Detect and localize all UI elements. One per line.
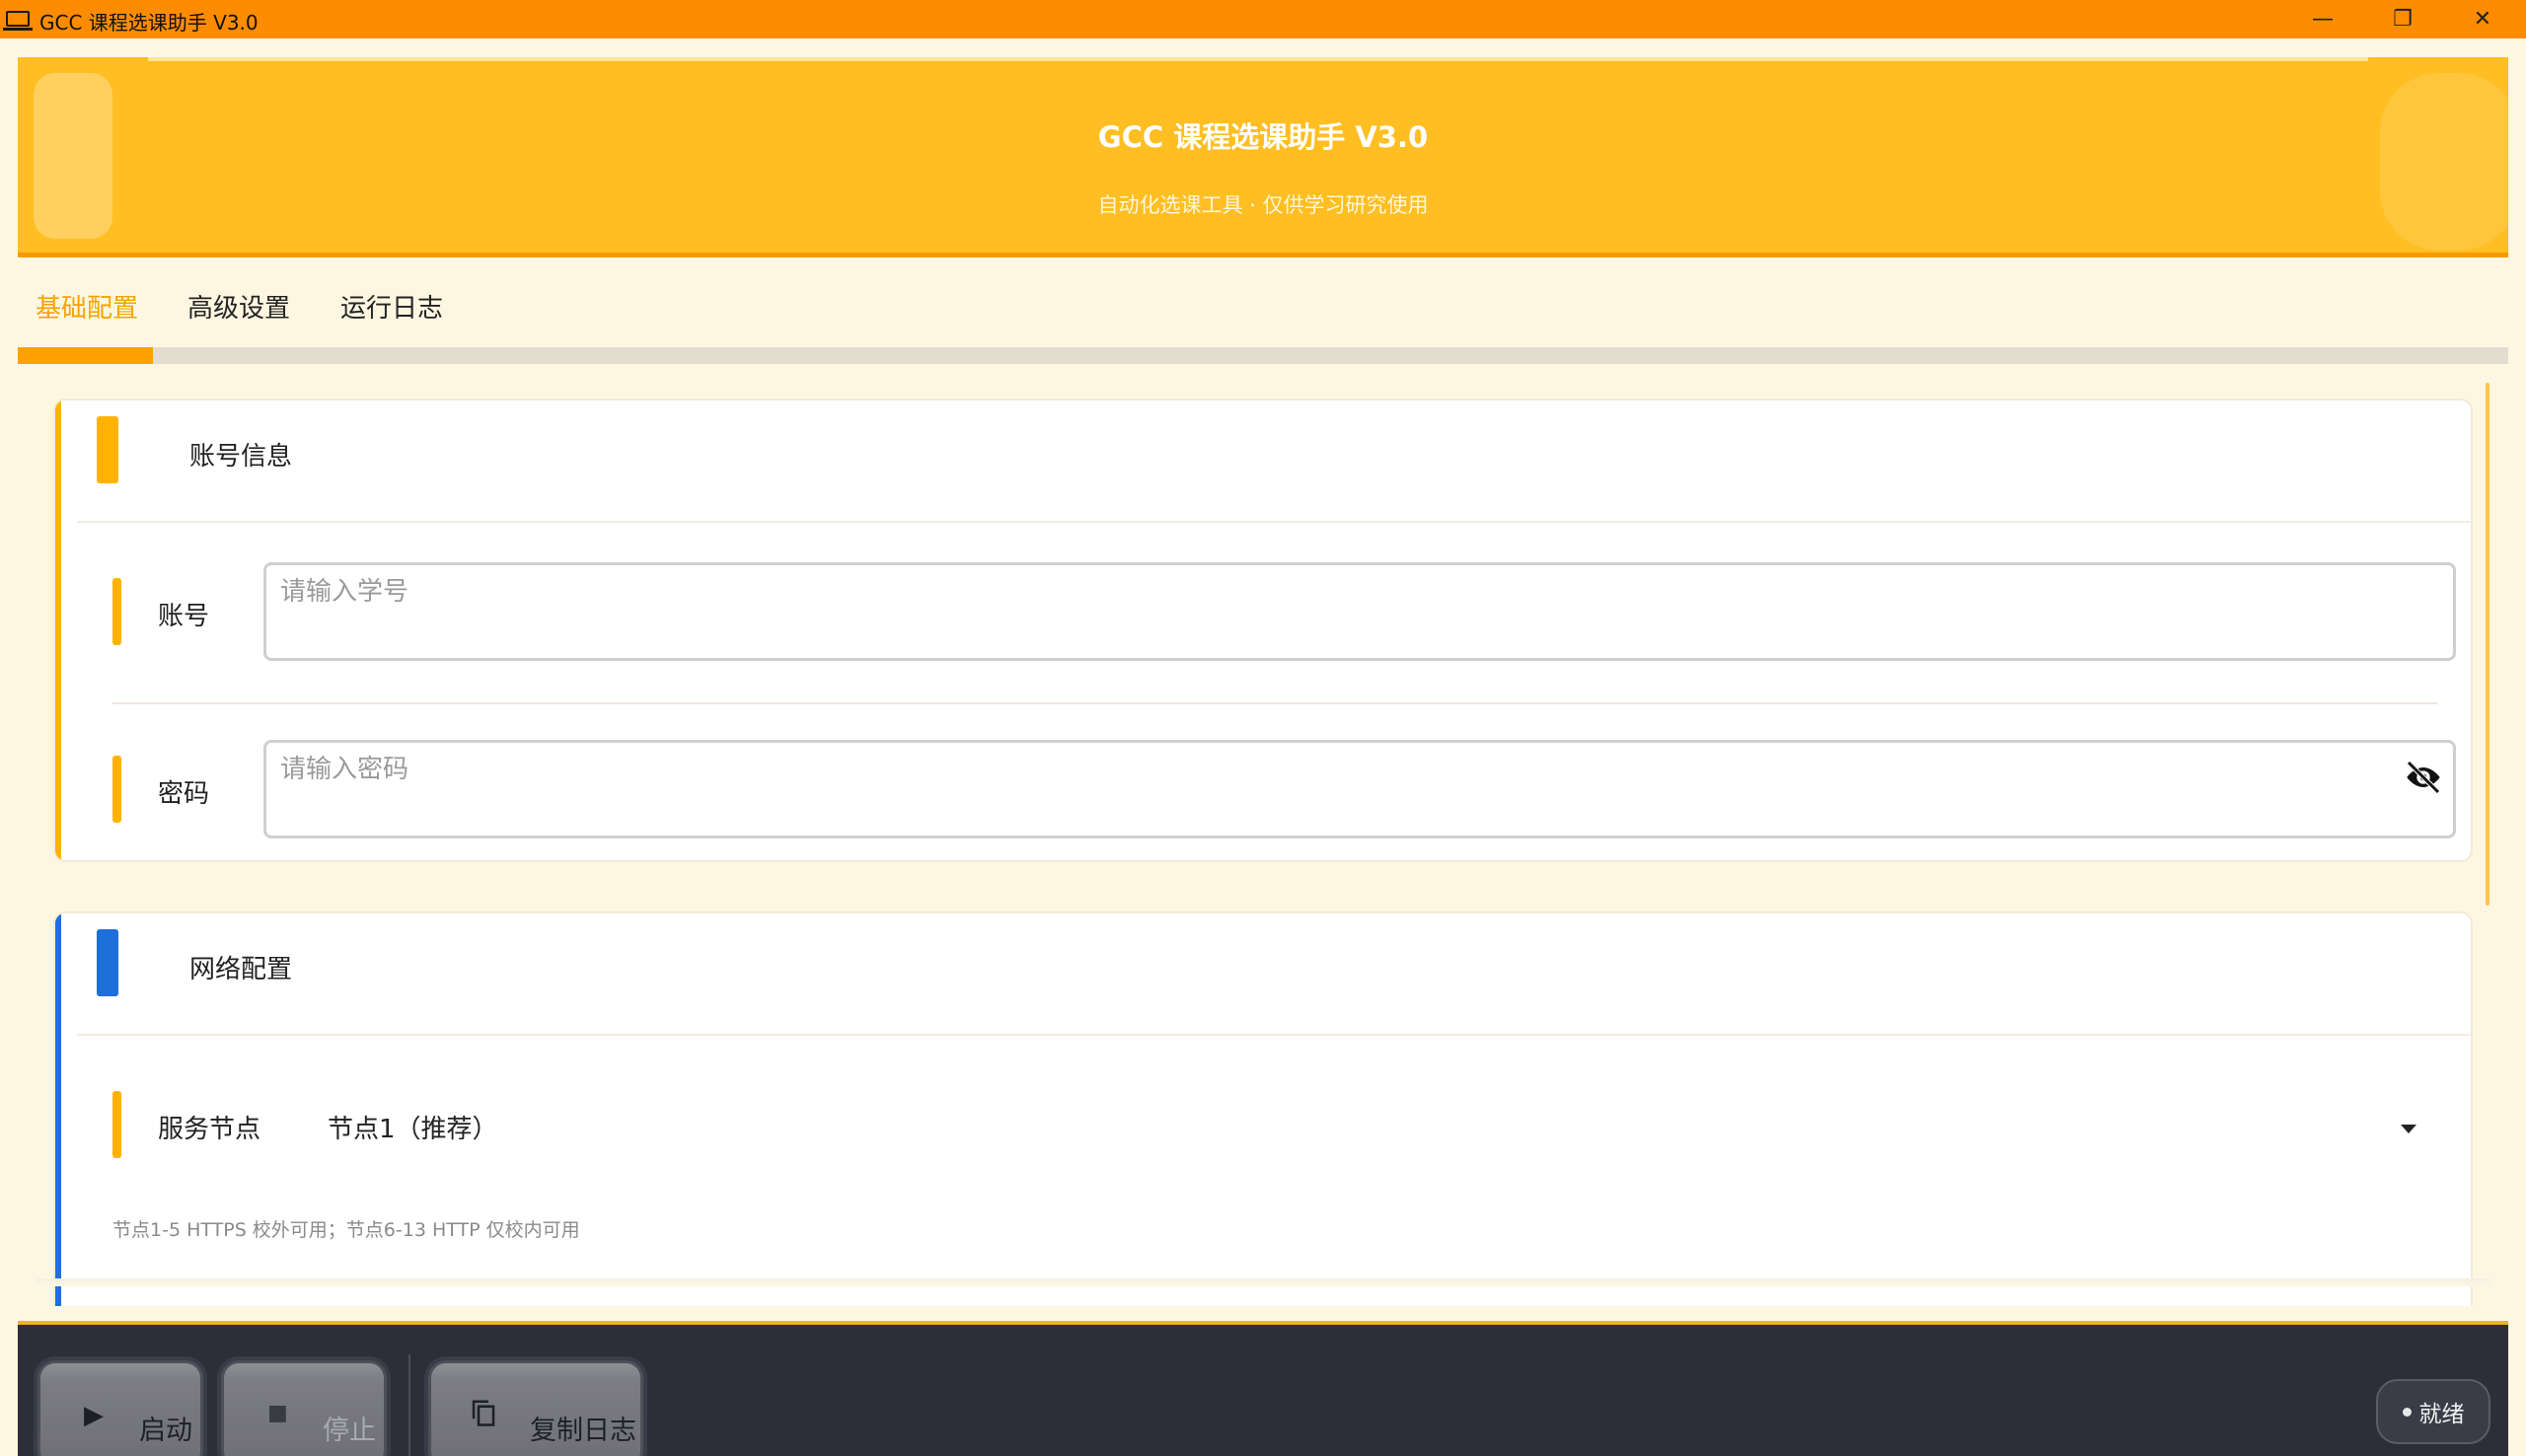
banner-highlight [148,57,2368,61]
banner-subtitle: 自动化选课工具 · 仅供学习研究使用 [1097,193,1429,217]
scrollbar[interactable] [2486,383,2489,906]
window-titlebar: GCC 课程选课助手 V3.0 — ❐ ✕ [0,0,2526,38]
stop-button-label: 停止 [323,1416,376,1446]
stop-button[interactable]: ■ 停止 [221,1360,387,1456]
play-icon: ▶ [84,1401,104,1430]
section-marker [97,929,118,996]
stop-icon: ■ [267,1401,288,1425]
field-marker [112,1091,121,1158]
field-divider [112,702,2437,704]
card-accent-bar [55,400,61,860]
banner-title: GCC 课程选课助手 V3.0 [1097,120,1429,154]
password-input[interactable] [263,740,2456,838]
tab-track [18,347,2508,364]
username-label: 账号 [158,602,210,631]
status-badge: 就绪 [2376,1379,2490,1444]
section-title: 网络配置 [189,955,293,984]
status-dot [2402,1407,2412,1417]
card-header: 账号信息 [77,400,2471,523]
restore-button[interactable]: ❐ [2363,0,2442,38]
field-marker [112,578,121,645]
card-accent-bar [55,913,61,1306]
window-title: GCC 课程选课助手 V3.0 [39,11,259,35]
status-text: 就绪 [2418,1402,2465,1427]
tab-run-log[interactable]: 运行日志 [340,288,443,325]
card-header: 网络配置 [77,913,2471,1036]
network-config-card: 网络配置 服务节点 节点1（推荐） 节点1-5 HTTPS 校外可用；节点6-1… [53,911,2473,1306]
app-laptop-icon [3,11,33,31]
tab-advanced-settings[interactable]: 高级设置 [187,288,290,325]
scroll-fade [36,1278,2490,1286]
banner-decoration-right [2380,73,2508,251]
eye-off-icon[interactable] [2404,758,2443,797]
toolbar-separator [409,1354,410,1456]
section-marker [97,416,118,483]
server-node-selected: 节点1（推荐） [328,1115,498,1144]
close-button[interactable]: ✕ [2443,0,2522,38]
chevron-down-icon [2401,1125,2416,1133]
server-node-hint: 节点1-5 HTTPS 校外可用；节点6-13 HTTP 仅校内可用 [112,1219,580,1241]
start-button[interactable]: ▶ 启动 [37,1360,203,1456]
password-label: 密码 [158,779,210,809]
username-input[interactable] [263,562,2456,661]
active-tab-indicator [18,347,153,364]
field-marker [112,756,121,823]
server-node-select[interactable]: 节点1（推荐） [322,1081,2471,1170]
account-info-card: 账号信息 账号 密码 [53,399,2473,862]
bottom-toolbar: ▶ 启动 ■ 停止 复制日志 就绪 [18,1321,2508,1456]
section-title: 账号信息 [189,442,293,472]
server-node-label: 服务节点 [158,1115,261,1144]
copy-log-button-label: 复制日志 [530,1416,636,1446]
copy-log-button[interactable]: 复制日志 [428,1360,643,1456]
minimize-button[interactable]: — [2283,0,2362,38]
start-button-label: 启动 [139,1416,192,1446]
tab-basic-config[interactable]: 基础配置 [36,288,138,325]
copy-icon [472,1400,495,1426]
header-banner: GCC 课程选课助手 V3.0 自动化选课工具 · 仅供学习研究使用 [18,57,2508,257]
